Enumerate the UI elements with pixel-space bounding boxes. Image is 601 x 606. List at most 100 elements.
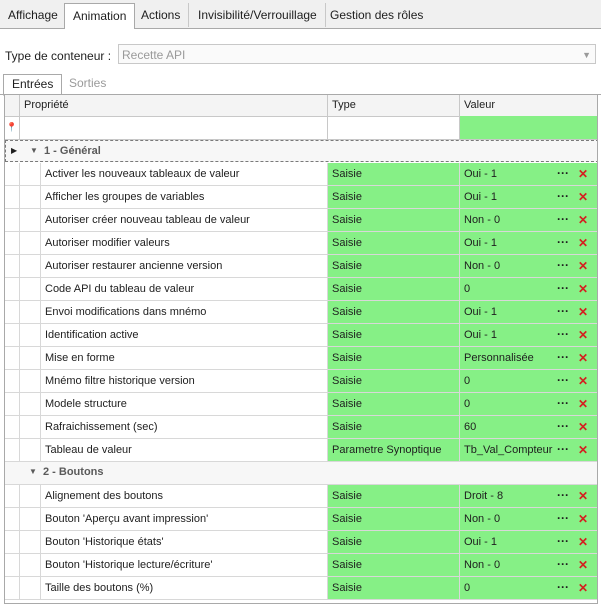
delete-x-icon[interactable]: ✕ [578,393,588,415]
delete-x-icon[interactable]: ✕ [578,209,588,231]
ellipsis-icon[interactable]: ··· [557,163,569,183]
table-row[interactable]: Mise en forme Saisie Personnalisée ··· ✕ [5,347,597,370]
property-cell[interactable]: Afficher les groupes de variables [41,186,328,208]
delete-x-icon[interactable]: ✕ [578,485,588,507]
table-row[interactable]: Identification active Saisie Oui - 1 ··· ✕ [5,324,597,347]
tab-entrees[interactable]: Entrées [3,74,63,96]
property-cell[interactable]: Rafraichissement (sec) [41,416,328,438]
property-cell[interactable]: Code API du tableau de valeur [41,278,328,300]
delete-x-icon[interactable]: ✕ [578,347,588,369]
property-cell[interactable]: Bouton 'Historique états' [41,531,328,553]
tab-gestion-des-roles[interactable]: Gestion des rôles [322,3,431,27]
delete-x-icon[interactable]: ✕ [578,439,588,461]
property-cell[interactable]: Modele structure [41,393,328,415]
type-cell[interactable]: Saisie [328,485,460,507]
table-row[interactable]: Bouton 'Historique états' Saisie Oui - 1 ··… [5,531,597,554]
type-cell[interactable]: Saisie [328,255,460,277]
filter-property[interactable] [20,116,328,139]
type-cell[interactable]: Saisie [328,324,460,346]
ellipsis-icon[interactable]: ··· [557,393,569,413]
ellipsis-icon[interactable]: ··· [557,347,569,367]
table-row[interactable]: Bouton 'Aperçu avant impression' Saisie No… [5,508,597,531]
property-cell[interactable]: Autoriser modifier valeurs [41,232,328,254]
delete-x-icon[interactable]: ✕ [578,554,588,576]
table-row[interactable]: Autoriser restaurer ancienne version Sais… [5,255,597,278]
type-cell[interactable]: Saisie [328,577,460,599]
ellipsis-icon[interactable]: ··· [557,186,569,206]
table-row[interactable]: Afficher les groupes de variables Saisie O… [5,186,597,209]
chevron-down-icon[interactable]: ▼ [582,45,591,65]
ellipsis-icon[interactable]: ··· [557,301,569,321]
table-row[interactable]: Code API du tableau de valeur Saisie 0 ··· ✕ [5,278,597,301]
property-cell[interactable]: Bouton 'Historique lecture/écriture' [41,554,328,576]
ellipsis-icon[interactable]: ··· [557,416,569,436]
type-cell[interactable]: Saisie [328,508,460,530]
table-row[interactable]: Mnémo filtre historique version Saisie 0 ··… [5,370,597,393]
delete-x-icon[interactable]: ✕ [578,370,588,392]
tab-affichage[interactable]: Affichage [0,3,67,27]
ellipsis-icon[interactable]: ··· [557,554,569,574]
collapse-icon[interactable]: ▼ [29,467,37,476]
table-row[interactable]: Autoriser modifier valeurs Saisie Oui - 1 ·… [5,232,597,255]
delete-x-icon[interactable]: ✕ [578,255,588,277]
table-row[interactable]: Autoriser créer nouveau tableau de valeu… [5,209,597,232]
type-cell[interactable]: Saisie [328,531,460,553]
filter-value[interactable] [460,116,597,139]
ellipsis-icon[interactable]: ··· [557,531,569,551]
type-cell[interactable]: Saisie [328,186,460,208]
group-header[interactable]: ▼ 2 - Boutons [5,462,597,485]
type-cell[interactable]: Saisie [328,278,460,300]
table-row[interactable]: Modele structure Saisie 0 ··· ✕ [5,393,597,416]
property-cell[interactable]: Mnémo filtre historique version [41,370,328,392]
ellipsis-icon[interactable]: ··· [557,209,569,229]
table-row[interactable]: Envoi modifications dans mnémo Saisie Oui … [5,301,597,324]
ellipsis-icon[interactable]: ··· [557,485,569,505]
container-type-select[interactable]: Recette API ▼ [118,44,596,64]
property-cell[interactable]: Activer les nouveaux tableaux de valeur [41,163,328,185]
tab-invisibilite-verrouillage[interactable]: Invisibilité/Verrouillage [190,3,326,27]
delete-x-icon[interactable]: ✕ [578,577,588,599]
delete-x-icon[interactable]: ✕ [578,508,588,530]
table-row[interactable]: Activer les nouveaux tableaux de valeur S… [5,163,597,186]
delete-x-icon[interactable]: ✕ [578,278,588,300]
property-cell[interactable]: Bouton 'Aperçu avant impression' [41,508,328,530]
type-cell[interactable]: Saisie [328,163,460,185]
property-cell[interactable]: Envoi modifications dans mnémo [41,301,328,323]
pin-icon[interactable]: 📍 [5,116,20,139]
delete-x-icon[interactable]: ✕ [578,163,588,185]
ellipsis-icon[interactable]: ··· [557,232,569,252]
type-cell[interactable]: Saisie [328,209,460,231]
property-cell[interactable]: Alignement des boutons [41,485,328,507]
ellipsis-icon[interactable]: ··· [557,370,569,390]
table-row[interactable]: Alignement des boutons Saisie Droit - 8 ···… [5,485,597,508]
property-cell[interactable]: Mise en forme [41,347,328,369]
delete-x-icon[interactable]: ✕ [578,186,588,208]
delete-x-icon[interactable]: ✕ [578,301,588,323]
type-cell[interactable]: Saisie [328,554,460,576]
tab-sorties[interactable]: Sorties [61,74,114,93]
table-row[interactable]: Tableau de valeur Parametre Synoptique Tb_… [5,439,597,462]
tab-animation[interactable]: Animation [64,3,136,30]
ellipsis-icon[interactable]: ··· [557,577,569,597]
column-header-type[interactable]: Type [328,95,460,116]
type-cell[interactable]: Saisie [328,232,460,254]
column-header-value[interactable]: Valeur [460,95,597,116]
type-cell[interactable]: Saisie [328,347,460,369]
table-row[interactable]: Bouton 'Historique lecture/écriture' Sais… [5,554,597,577]
property-cell[interactable]: Tableau de valeur [41,439,328,461]
property-cell[interactable]: Autoriser restaurer ancienne version [41,255,328,277]
type-cell[interactable]: Saisie [328,301,460,323]
table-row[interactable]: Taille des boutons (%) Saisie 0 ··· ✕ [5,577,597,600]
delete-x-icon[interactable]: ✕ [578,324,588,346]
property-cell[interactable]: Identification active [41,324,328,346]
delete-x-icon[interactable]: ✕ [578,232,588,254]
delete-x-icon[interactable]: ✕ [578,531,588,553]
tab-actions[interactable]: Actions [133,3,190,27]
property-cell[interactable]: Autoriser créer nouveau tableau de valeu… [41,209,328,231]
delete-x-icon[interactable]: ✕ [578,416,588,438]
collapse-icon[interactable]: ▼ [30,146,38,155]
type-cell[interactable]: Saisie [328,393,460,415]
ellipsis-icon[interactable]: ··· [557,255,569,275]
ellipsis-icon[interactable]: ··· [557,439,569,459]
type-cell[interactable]: Parametre Synoptique [328,439,460,461]
